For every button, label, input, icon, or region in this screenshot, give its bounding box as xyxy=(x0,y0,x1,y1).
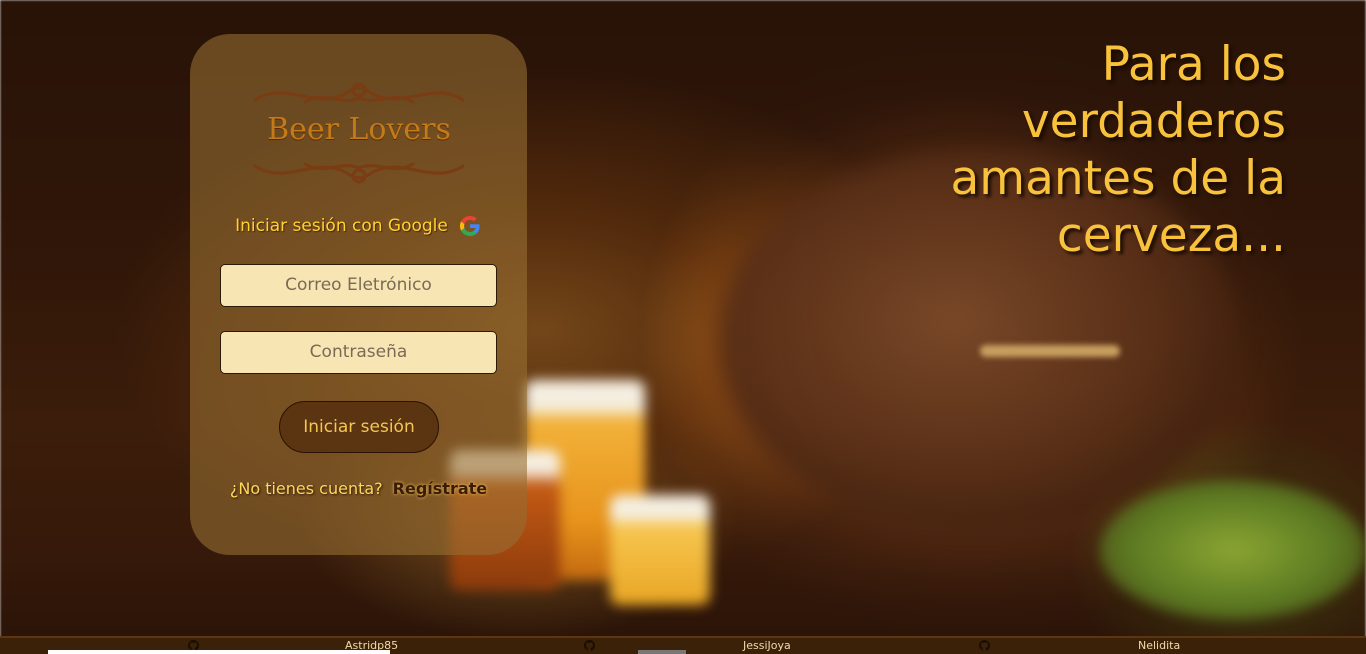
beer-glass-image xyxy=(610,495,710,605)
google-signin-button[interactable]: Iniciar sesión con Google xyxy=(190,211,527,241)
hero-headline: Para los verdaderos amantes de la cervez… xyxy=(866,36,1287,264)
register-link[interactable]: Regístrate xyxy=(393,479,487,498)
barrel-tap-image xyxy=(980,345,1120,357)
no-account-text: ¿No tienes cuenta? xyxy=(229,478,383,498)
github-icon[interactable] xyxy=(584,640,595,651)
headline-line: Para los xyxy=(1101,37,1286,92)
scrollbar-thumb[interactable] xyxy=(638,650,686,654)
password-field[interactable]: Contraseña xyxy=(220,331,497,374)
google-icon xyxy=(459,216,480,236)
google-signin-label: Iniciar sesión con Google xyxy=(235,216,448,236)
headline-line: verdaderos xyxy=(1021,94,1286,149)
headline-line: amantes de la xyxy=(950,151,1287,206)
github-icon[interactable] xyxy=(979,640,990,651)
email-field[interactable]: Correo Eletrónico xyxy=(220,264,497,307)
hops-image xyxy=(1100,480,1366,620)
footer-author-link[interactable]: Nelidita xyxy=(1138,638,1180,654)
register-row: ¿No tienes cuenta? Regístrate xyxy=(190,476,527,500)
brand-logo-text: Beer Lovers xyxy=(267,112,451,147)
horizontal-scrollbar[interactable] xyxy=(48,650,390,654)
footer-author-link[interactable]: JessiJoya xyxy=(743,638,791,654)
login-button[interactable]: Iniciar sesión xyxy=(279,401,439,453)
headline-line: cerveza... xyxy=(1056,208,1286,263)
